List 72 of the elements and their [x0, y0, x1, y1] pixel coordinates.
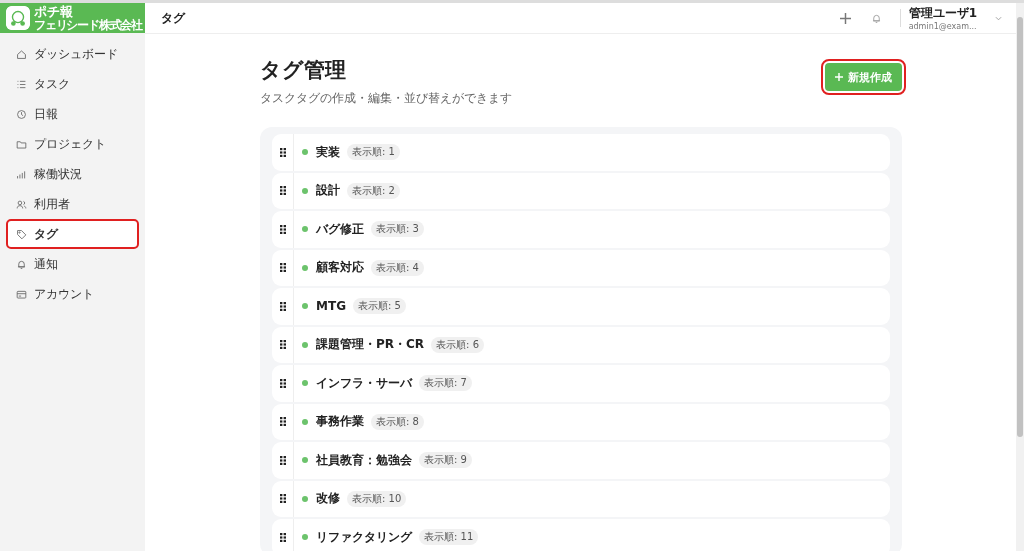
tag-name: 顧客対応: [316, 259, 364, 277]
tag-name: 設計: [316, 182, 340, 200]
tag-name: バグ修正: [316, 220, 364, 238]
drag-handle-icon[interactable]: [279, 186, 286, 196]
logo-icon: [6, 6, 30, 30]
page-subtitle: タスクタグの作成・編集・並び替えができます: [260, 90, 512, 107]
tag-row[interactable]: 事務作業 表示順: 8: [272, 403, 890, 440]
tag-row[interactable]: 設計 表示順: 2: [272, 172, 890, 209]
tag-row[interactable]: MTG 表示順: 5: [272, 288, 890, 325]
add-icon[interactable]: [839, 12, 851, 24]
order-badge: 表示順: 2: [347, 182, 400, 199]
sidebar-item[interactable]: アカウント: [8, 281, 137, 307]
sidebar-item[interactable]: 稼働状況: [8, 161, 137, 187]
card-icon: [16, 288, 27, 300]
sidebar-item[interactable]: ダッシュボード: [8, 41, 137, 67]
drag-handle-icon[interactable]: [279, 263, 286, 273]
order-badge: 表示順: 8: [371, 413, 424, 430]
breadcrumb: タグ: [161, 9, 187, 27]
tag-row[interactable]: バグ修正 表示順: 3: [272, 211, 890, 248]
tag-name: 改修: [316, 490, 340, 508]
order-badge: 表示順: 3: [371, 221, 424, 238]
tag-name: リファクタリング: [316, 528, 412, 546]
tag-name: MTG: [316, 299, 346, 314]
tag-icon: [16, 228, 27, 240]
tag-row[interactable]: インフラ・サーバ 表示順: 7: [272, 365, 890, 402]
tag-name: 実装: [316, 143, 340, 161]
drag-handle-icon[interactable]: [279, 417, 286, 427]
user-email: admin1@exam...: [908, 22, 977, 31]
tag-row[interactable]: 実装 表示順: 1: [272, 134, 890, 171]
drag-handle-icon[interactable]: [279, 455, 286, 465]
sidebar-item[interactable]: タスク: [8, 71, 137, 97]
drag-handle-icon[interactable]: [279, 494, 286, 504]
order-badge: 表示順: 1: [347, 144, 400, 161]
folder-icon: [16, 138, 27, 150]
sidebar-item[interactable]: プロジェクト: [8, 131, 137, 157]
tag-name: インフラ・サーバ: [316, 374, 412, 392]
bell-icon: [16, 258, 27, 270]
drag-handle-icon[interactable]: [279, 340, 286, 350]
tag-row[interactable]: 顧客対応 表示順: 4: [272, 249, 890, 286]
tag-name: 課題管理・PR・CR: [316, 336, 425, 354]
tag-row[interactable]: 社員教育：勉強会 表示順: 9: [272, 442, 890, 479]
tag-row[interactable]: リファクタリング 表示順: 11: [272, 519, 890, 551]
tag-name: 社員教育：勉強会: [316, 451, 412, 469]
clock-icon: [16, 108, 27, 120]
scrollbar-thumb[interactable]: [1017, 17, 1023, 437]
order-badge: 表示順: 6: [431, 336, 484, 353]
sidebar-item[interactable]: 通知: [8, 251, 137, 277]
home-icon: [16, 48, 27, 60]
drag-handle-icon[interactable]: [279, 147, 286, 157]
company-name: フェリシード株式会社: [34, 19, 142, 32]
drag-handle-icon[interactable]: [279, 301, 286, 311]
tag-name: 事務作業: [316, 413, 364, 431]
tag-row[interactable]: 課題管理・PR・CR 表示順: 6: [272, 326, 890, 363]
order-badge: 表示順: 4: [371, 259, 424, 276]
tag-row[interactable]: 改修 表示順: 10: [272, 480, 890, 517]
sidebar-item[interactable]: 日報: [8, 101, 137, 127]
drag-handle-icon[interactable]: [279, 532, 286, 542]
app-name: ポチ報: [34, 4, 74, 19]
drag-handle-icon[interactable]: [279, 378, 286, 388]
users-icon: [16, 198, 27, 210]
order-badge: 表示順: 11: [419, 529, 479, 546]
sidebar-item[interactable]: 利用者: [8, 191, 137, 217]
order-badge: 表示順: 9: [419, 452, 472, 469]
order-badge: 表示順: 7: [419, 375, 472, 392]
plus-icon: [835, 73, 843, 81]
sidebar-item[interactable]: タグ: [8, 221, 137, 247]
page-title: タグ管理: [260, 57, 347, 84]
order-badge: 表示順: 5: [353, 298, 406, 315]
user-name: 管理ユーザ1: [908, 5, 977, 22]
drag-handle-icon[interactable]: [279, 224, 286, 234]
bar-chart-icon: [16, 168, 27, 180]
order-badge: 表示順: 10: [347, 490, 407, 507]
